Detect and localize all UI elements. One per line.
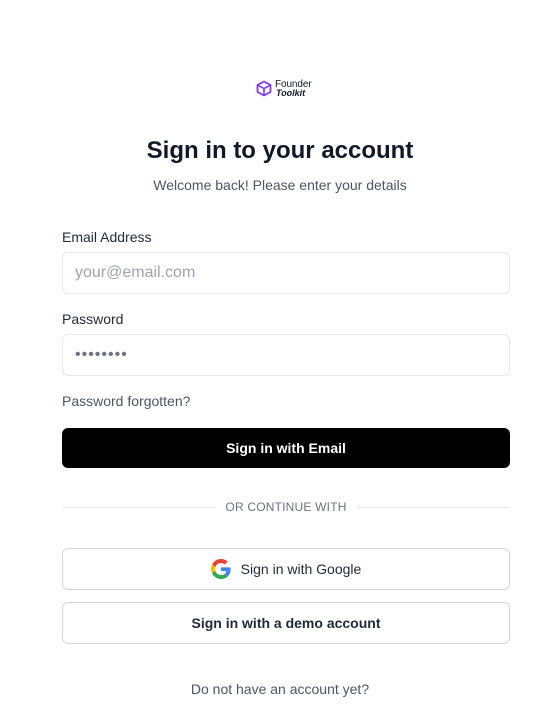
demo-account-button[interactable]: Sign in with a demo account [62,602,510,644]
email-input[interactable] [62,252,510,294]
divider-text: OR CONTINUE WITH [225,500,347,514]
signup-prompt[interactable]: Do not have an account yet? [0,681,560,697]
password-label: Password [62,311,124,327]
brand-wordmark: Founder Toolkit [275,79,312,98]
google-sign-in-label: Sign in with Google [240,561,362,577]
brand-name-bottom: Toolkit [276,87,306,98]
sign-in-page: Founder Toolkit Sign in to your account … [0,0,560,726]
brand-logo[interactable]: Founder Toolkit [256,79,312,98]
email-label: Email Address [62,229,152,245]
google-g-icon [210,559,231,579]
sign-in-email-button[interactable]: Sign in with Email [62,428,510,468]
or-divider: OR CONTINUE WITH [62,499,511,515]
divider-line-left [62,506,216,508]
password-input[interactable]: •••••••• [62,334,510,376]
page-subtitle: Welcome back! Please enter your details [153,177,407,193]
google-sign-in-button[interactable]: Sign in with Google [62,548,510,590]
divider-line-right [356,506,511,508]
page-title: Sign in to your account [146,137,414,164]
cube-logo-icon [256,80,272,97]
forgot-password-link[interactable]: Password forgotten? [62,393,190,409]
